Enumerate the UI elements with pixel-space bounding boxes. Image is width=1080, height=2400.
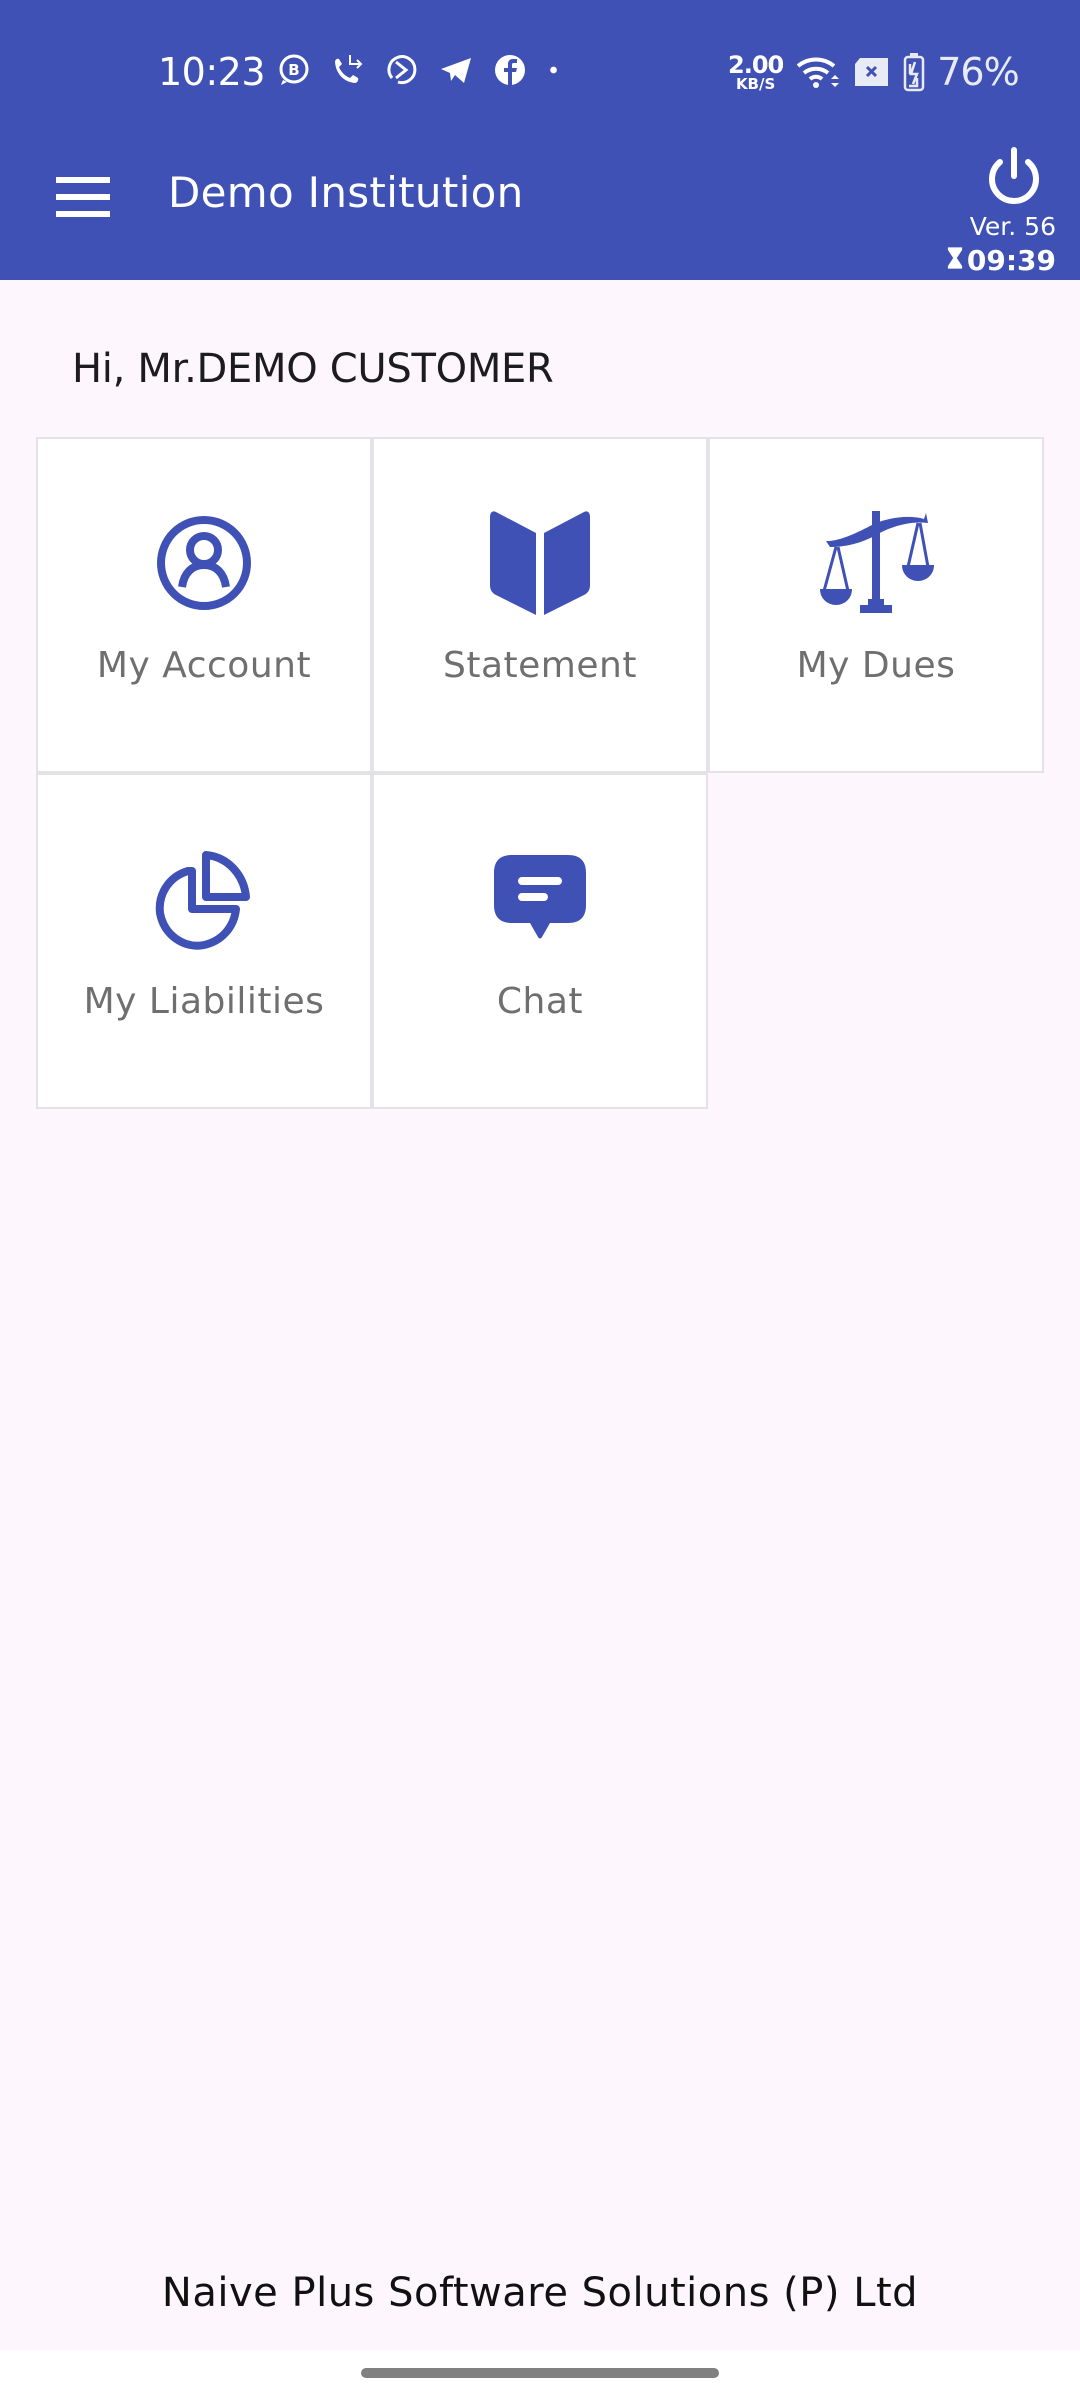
tile-label: My Account: [96, 645, 312, 686]
whatsapp-business-icon: B: [276, 52, 312, 88]
app-circle-icon: [384, 52, 420, 88]
network-speed: 2.00 KB/S: [728, 50, 784, 93]
svg-text:B: B: [288, 61, 299, 79]
session-timer: 09:39: [947, 244, 1056, 277]
no-sim-icon: [853, 56, 891, 88]
app-bar: 10:23 B 2.00 KB/S 76% Demo Institution V…: [0, 0, 1080, 280]
account-circle-icon: [144, 505, 264, 625]
status-bar: 10:23 B 2.00 KB/S 76%: [0, 0, 1080, 140]
version-label: Ver. 56: [969, 212, 1056, 241]
more-dot-icon: [546, 52, 568, 88]
tile-statement[interactable]: Statement: [372, 437, 708, 773]
footer-company: Naive Plus Software Solutions (P) Ltd: [161, 2270, 919, 2316]
notification-icons: B: [276, 52, 568, 88]
missed-call-icon: [330, 52, 366, 88]
chat-bubble-icon: [480, 841, 600, 961]
tile-my-dues[interactable]: My Dues: [708, 437, 1044, 773]
wifi-icon: [795, 54, 841, 90]
navigation-bar: [0, 2350, 1080, 2400]
pie-chart-icon: [144, 841, 264, 961]
facebook-icon: [492, 52, 528, 88]
battery-charging-icon: [903, 52, 925, 92]
hamburger-menu-icon[interactable]: [56, 177, 112, 217]
home-indicator[interactable]: [361, 2368, 719, 2378]
tile-label: My Liabilities: [83, 981, 325, 1022]
battery-percent: 76%: [937, 50, 1019, 94]
tile-label: Statement: [443, 645, 637, 686]
app-title: Demo Institution: [168, 168, 524, 217]
open-book-icon: [480, 505, 600, 625]
tile-my-liabilities[interactable]: My Liabilities: [36, 773, 372, 1109]
status-right: 2.00 KB/S 76%: [728, 50, 1020, 94]
toolbar: Demo Institution Ver. 56 09:39: [0, 140, 1080, 280]
session-timer-value: 09:39: [966, 244, 1056, 277]
balance-scale-icon: [816, 505, 936, 625]
tile-label: Chat: [496, 981, 584, 1022]
telegram-icon: [438, 52, 474, 88]
tile-chat[interactable]: Chat: [372, 773, 708, 1109]
tile-label: My Dues: [796, 645, 956, 686]
greeting-text: Hi, Mr.DEMO CUSTOMER: [72, 346, 554, 392]
hourglass-icon: [947, 244, 963, 277]
tile-my-account[interactable]: My Account: [36, 437, 372, 773]
power-icon[interactable]: [982, 146, 1046, 210]
status-time: 10:23: [158, 50, 266, 94]
